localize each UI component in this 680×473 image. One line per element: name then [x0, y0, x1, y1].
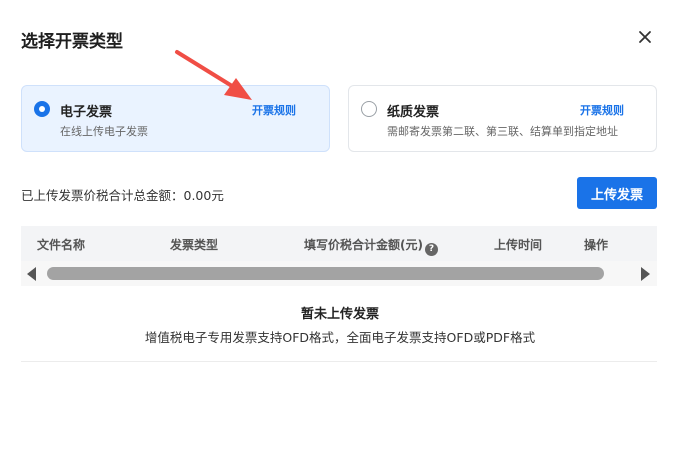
option-name: 纸质发票: [387, 105, 440, 120]
table-bottom-divider: [21, 361, 657, 362]
option-desc: 在线上传电子发票: [60, 125, 148, 138]
radio-selected-icon[interactable]: [34, 101, 50, 117]
column-header-invoice-type: 发票类型: [170, 238, 219, 252]
option-desc: 需邮寄发票第二联、第三联、结算单到指定地址: [387, 125, 618, 138]
column-header-filename: 文件名称: [37, 238, 86, 252]
horizontal-scrollbar[interactable]: [21, 261, 657, 286]
column-header-upload-time: 上传时间: [494, 238, 543, 252]
invoice-type-dialog: 选择开票类型 电子发票 在线上传电子发票 开票规则 纸质发票 需邮寄发票第二联、…: [0, 0, 680, 473]
radio-unselected-icon[interactable]: [361, 101, 377, 117]
annotation-arrow-icon: [175, 50, 252, 100]
column-header-amount: 填写价税合计金额(元)?: [304, 236, 438, 256]
scrollbar-thumb[interactable]: [47, 267, 604, 280]
close-icon[interactable]: [636, 28, 654, 46]
scroll-left-icon[interactable]: [27, 267, 36, 281]
paper-invoice-option[interactable]: 纸质发票 需邮寄发票第二联、第三联、结算单到指定地址 开票规则: [348, 85, 657, 152]
option-name: 电子发票: [60, 105, 113, 120]
empty-state-title: 暂未上传发票: [300, 307, 379, 322]
dialog-title: 选择开票类型: [21, 32, 123, 52]
invoice-rules-link[interactable]: 开票规则: [580, 102, 624, 118]
question-circle-icon[interactable]: ?: [424, 243, 438, 256]
uploaded-total-amount: 已上传发票价税合计总金额：0.00元: [21, 188, 224, 203]
invoice-table-header: 文件名称 发票类型 填写价税合计金额(元)? 上传时间 操作: [21, 226, 657, 261]
upload-invoice-button[interactable]: 上传发票: [577, 177, 657, 209]
empty-state-description: 增值税电子专用发票支持OFD格式，全面电子发票支持OFD或PDF格式: [144, 330, 536, 345]
scroll-right-icon[interactable]: [641, 267, 650, 281]
column-header-actions: 操作: [584, 238, 609, 252]
column-header-amount-label: 填写价税合计金额(元): [304, 238, 423, 252]
